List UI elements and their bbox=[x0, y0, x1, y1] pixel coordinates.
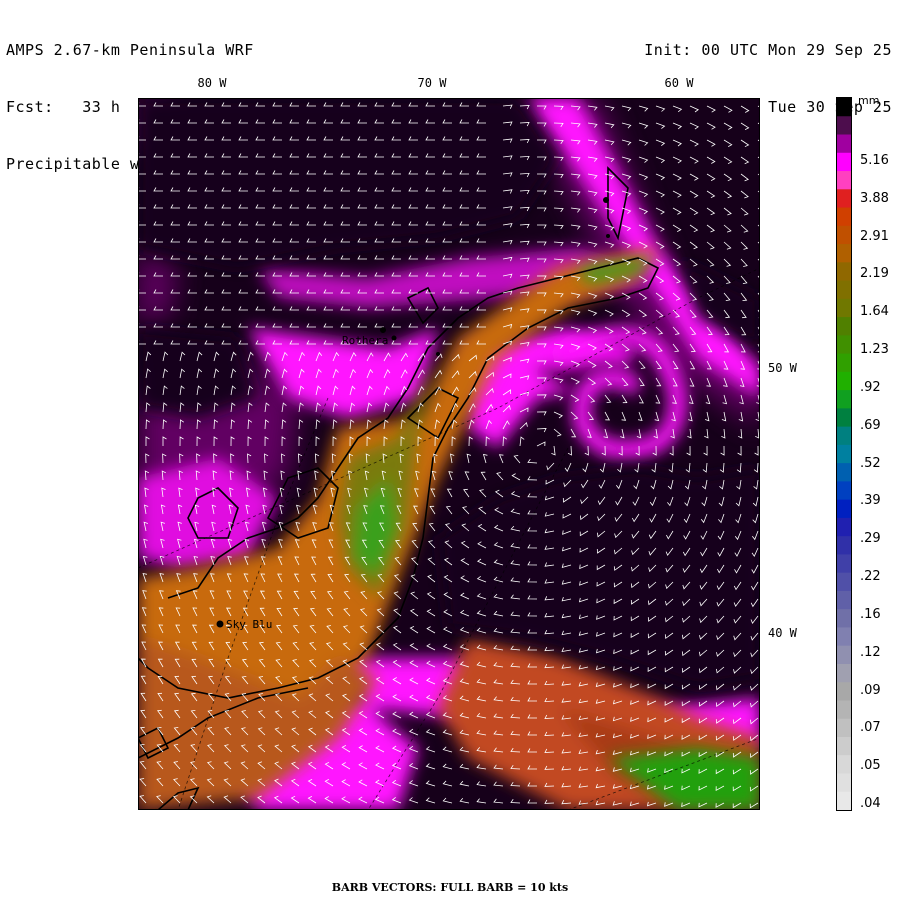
colorbar-swatch bbox=[837, 572, 851, 592]
forecast-label: Fcst: bbox=[6, 98, 54, 116]
colorbar-label: 5.16 bbox=[860, 153, 889, 168]
colorbar-label: .52 bbox=[860, 455, 881, 471]
colorbar-swatch bbox=[837, 590, 851, 610]
colorbar-swatch bbox=[837, 371, 851, 391]
colorbar-swatch bbox=[837, 189, 851, 209]
colorbar-swatch bbox=[837, 335, 851, 355]
colorbar-label: 1.64 bbox=[860, 304, 889, 320]
colorbar-label: .92 bbox=[860, 379, 881, 395]
colorbar-swatch bbox=[837, 627, 851, 647]
colorbar-label: .69 bbox=[860, 417, 881, 433]
colorbar-swatch bbox=[837, 663, 851, 683]
colorbar-label: 2.19 bbox=[860, 266, 889, 282]
colorbar-swatch bbox=[837, 408, 851, 428]
colorbar-swatch bbox=[837, 171, 851, 190]
colorbar-swatch bbox=[837, 353, 851, 373]
colorbar-swatch bbox=[837, 736, 851, 756]
longitude-label-80w: 80 W bbox=[197, 76, 227, 90]
colorbar-label: .05 bbox=[860, 758, 881, 774]
colorbar-swatch bbox=[837, 517, 851, 537]
latitude-label-50w: 50 W bbox=[768, 361, 797, 375]
station-label-sky-blu: Sky Blu bbox=[226, 618, 272, 631]
map-plot: Rothera Sky Blu bbox=[138, 98, 760, 810]
colorbar-swatch bbox=[837, 390, 851, 409]
colorbar-swatch bbox=[837, 481, 851, 501]
colorbar-label: 3.88 bbox=[860, 190, 889, 206]
colorbar-swatch bbox=[837, 554, 851, 574]
colorbar-swatch bbox=[837, 645, 851, 665]
init-time: Init: 00 UTC Mon 29 Sep 25 bbox=[644, 41, 892, 59]
colorbar-swatch bbox=[837, 426, 851, 446]
colorbar-label: .29 bbox=[860, 531, 881, 547]
colorbar-swatch bbox=[837, 134, 851, 154]
colorbar-units: mm bbox=[858, 94, 880, 107]
colorbar-label: 1.23 bbox=[860, 342, 889, 358]
colorbar-swatch bbox=[837, 463, 851, 482]
colorbar-swatch bbox=[837, 262, 851, 282]
latitude-label-40w: 40 W bbox=[768, 626, 797, 640]
colorbar-swatch bbox=[837, 298, 851, 318]
colorbar-label: .07 bbox=[860, 720, 881, 736]
longitude-label-60w: 60 W bbox=[664, 76, 694, 90]
colorbar-swatch bbox=[837, 317, 851, 336]
colorbar-swatch bbox=[837, 244, 851, 263]
colorbar-swatch bbox=[837, 116, 851, 136]
colorbar-swatch bbox=[837, 791, 851, 810]
colorbar-swatch bbox=[837, 700, 851, 720]
colorbar-label: .12 bbox=[860, 644, 881, 660]
station-label-rothera: Rothera bbox=[342, 334, 388, 347]
longitude-label-70w: 70 W bbox=[417, 76, 447, 90]
colorbar-swatch bbox=[837, 609, 851, 628]
colorbar-swatch bbox=[837, 499, 851, 519]
colorbar-label: .39 bbox=[860, 493, 881, 509]
colorbar-swatch bbox=[837, 98, 851, 117]
colorbar-swatch bbox=[837, 152, 851, 172]
colorbar-swatch bbox=[837, 773, 851, 793]
colorbar-label: .22 bbox=[860, 569, 881, 585]
colorbar-swatch bbox=[837, 280, 851, 300]
colorbar-swatch bbox=[837, 536, 851, 555]
forecast-hours: 33 h bbox=[82, 98, 121, 116]
colorbar-swatch bbox=[837, 718, 851, 738]
colorbar-swatch bbox=[837, 207, 851, 227]
colorbar-swatch bbox=[837, 225, 851, 245]
colorbar-label: 2.91 bbox=[860, 228, 889, 244]
colorbar-swatch bbox=[837, 444, 851, 464]
barb-legend: BARB VECTORS: FULL BARB = 10 kts bbox=[331, 881, 569, 894]
colorbar-label: .16 bbox=[860, 606, 881, 622]
colorbar-label: .04 bbox=[860, 796, 881, 811]
colorbar-swatch bbox=[837, 755, 851, 774]
colorbar-swatches bbox=[837, 98, 851, 810]
colorbar bbox=[836, 97, 852, 811]
colorbar-swatch bbox=[837, 682, 851, 701]
model-title: AMPS 2.67-km Peninsula WRF bbox=[6, 41, 254, 59]
colorbar-label: .09 bbox=[860, 682, 881, 698]
